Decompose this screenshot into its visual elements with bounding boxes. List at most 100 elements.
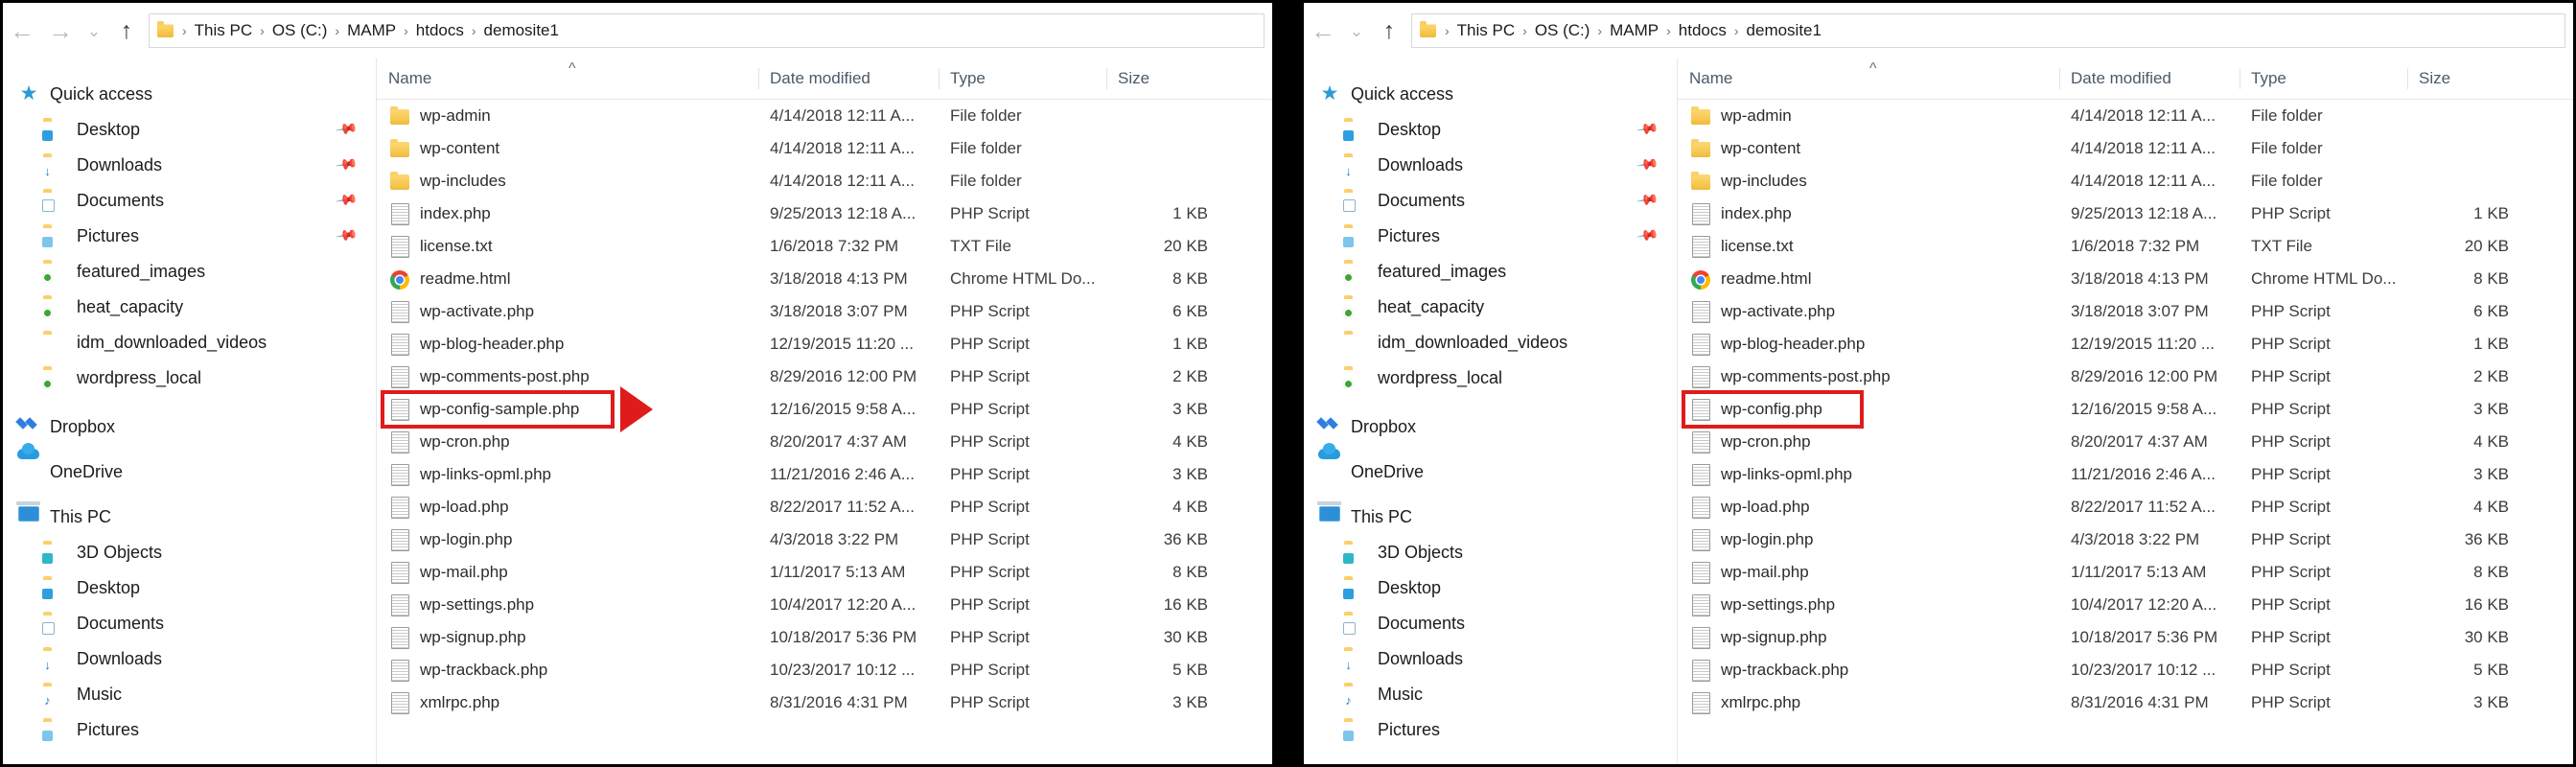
nav-item-idm-downloaded-videos[interactable]: idm_downloaded_videos xyxy=(1304,324,1678,360)
column-header-type[interactable]: Type xyxy=(2239,66,2407,91)
table-row[interactable]: readme.html 3/18/2018 4:13 PM Chrome HTML … xyxy=(1678,263,2573,295)
table-row[interactable]: index.php 9/25/2013 12:18 A... PHP Script 1… xyxy=(1678,198,2573,230)
table-row[interactable]: wp-admin 4/14/2018 12:11 A... File folder xyxy=(377,100,1272,132)
nav-item-dropbox[interactable]: Dropbox xyxy=(1304,408,1678,444)
column-header-size[interactable]: Size xyxy=(1106,66,1221,91)
table-row[interactable]: wp-links-opml.php 11/21/2016 2:46 A... PHP… xyxy=(377,458,1272,491)
up-button[interactable]: ↑ xyxy=(108,12,145,50)
table-row[interactable]: wp-load.php 8/22/2017 11:52 A... PHP Scrip… xyxy=(377,491,1272,523)
column-header-name[interactable]: Name xyxy=(1678,66,2059,91)
nav-item-thispc-downloads[interactable]: ↓ Downloads xyxy=(1304,640,1678,676)
table-row[interactable]: wp-settings.php 10/4/2017 12:20 A... PHP S… xyxy=(377,589,1272,621)
table-row[interactable]: wp-mail.php 1/11/2017 5:13 AM PHP Script 8 … xyxy=(1678,556,2573,589)
pin-icon[interactable]: 📌 xyxy=(335,117,359,141)
table-row[interactable]: wp-comments-post.php 8/29/2016 12:00 PM PH… xyxy=(377,360,1272,393)
pin-icon[interactable]: 📌 xyxy=(1636,152,1659,176)
nav-item-wordpress-local[interactable]: wordpress_local xyxy=(1304,360,1678,395)
nav-item-thispc-documents[interactable]: Documents xyxy=(1304,605,1678,640)
nav-item-thispc-music[interactable]: ♪ Music xyxy=(1304,676,1678,711)
breadcrumb-item[interactable]: demosite1 xyxy=(481,21,562,40)
table-row[interactable]: wp-cron.php 8/20/2017 4:37 AM PHP Script 4 … xyxy=(377,426,1272,458)
nav-item-downloads[interactable]: ↓ Downloads 📌 xyxy=(3,147,377,182)
pin-icon[interactable]: 📌 xyxy=(1636,223,1659,247)
breadcrumb-item[interactable]: This PC xyxy=(1454,21,1518,40)
navigation-pane-left[interactable]: ★ Quick access Desktop 📌 ↓ Downloads 📌 Document… xyxy=(3,58,377,764)
nav-item-thispc-pictures[interactable]: Pictures xyxy=(3,711,377,747)
table-row[interactable]: wp-activate.php 3/18/2018 3:07 PM PHP Scri… xyxy=(1678,295,2573,328)
table-row[interactable]: wp-signup.php 10/18/2017 5:36 PM PHP Scrip… xyxy=(377,621,1272,654)
table-row[interactable]: wp-content 4/14/2018 12:11 A... File folde… xyxy=(377,132,1272,165)
nav-item-featured-images[interactable]: featured_images xyxy=(1304,253,1678,289)
back-button[interactable]: ← xyxy=(3,12,41,50)
pin-icon[interactable]: 📌 xyxy=(335,188,359,212)
nav-item-documents[interactable]: Documents 📌 xyxy=(3,182,377,218)
nav-item-thispc-documents[interactable]: Documents xyxy=(3,605,377,640)
nav-item-pictures[interactable]: Pictures 📌 xyxy=(3,218,377,253)
recent-locations-button[interactable]: ⌄ xyxy=(80,12,108,50)
pin-icon[interactable]: 📌 xyxy=(335,223,359,247)
breadcrumb-item[interactable]: OS (C:) xyxy=(269,21,331,40)
nav-item-this-pc[interactable]: This PC xyxy=(1304,499,1678,534)
table-row[interactable]: wp-content 4/14/2018 12:11 A... File folde… xyxy=(1678,132,2573,165)
table-row[interactable]: wp-admin 4/14/2018 12:11 A... File folder xyxy=(1678,100,2573,132)
nav-item-featured-images[interactable]: featured_images xyxy=(3,253,377,289)
nav-item-heat-capacity[interactable]: heat_capacity xyxy=(3,289,377,324)
breadcrumb-item[interactable]: htdocs xyxy=(1676,21,1729,40)
nav-item-desktop[interactable]: Desktop 📌 xyxy=(1304,111,1678,147)
nav-item-thispc-music[interactable]: ♪ Music xyxy=(3,676,377,711)
pin-icon[interactable]: 📌 xyxy=(335,152,359,176)
table-row[interactable]: wp-settings.php 10/4/2017 12:20 A... PHP S… xyxy=(1678,589,2573,621)
navigation-pane-right[interactable]: ★ Quick access Desktop 📌 ↓ Downloads 📌 Document… xyxy=(1304,58,1678,764)
nav-item-thispc-3d-objects[interactable]: 3D Objects xyxy=(3,534,377,569)
breadcrumb-item[interactable]: MAMP xyxy=(344,21,399,40)
breadcrumb-item[interactable]: This PC xyxy=(192,21,255,40)
table-row[interactable]: wp-config.php 12/16/2015 9:58 A... PHP Scr… xyxy=(1678,393,2573,426)
nav-item-onedrive[interactable]: OneDrive xyxy=(3,453,377,489)
table-row[interactable]: wp-trackback.php 10/23/2017 10:12 ... PHP … xyxy=(377,654,1272,686)
nav-item-thispc-pictures[interactable]: Pictures xyxy=(1304,711,1678,747)
table-row[interactable]: wp-mail.php 1/11/2017 5:13 AM PHP Script 8 … xyxy=(377,556,1272,589)
table-row[interactable]: wp-includes 4/14/2018 12:11 A... File fold… xyxy=(377,165,1272,198)
table-row[interactable]: readme.html 3/18/2018 4:13 PM Chrome HTML … xyxy=(377,263,1272,295)
nav-item-downloads[interactable]: ↓ Downloads 📌 xyxy=(1304,147,1678,182)
breadcrumb-item[interactable]: OS (C:) xyxy=(1532,21,1593,40)
table-row[interactable]: wp-login.php 4/3/2018 3:22 PM PHP Script 36… xyxy=(377,523,1272,556)
breadcrumb-item[interactable]: htdocs xyxy=(413,21,467,40)
nav-item-quick-access[interactable]: ★ Quick access xyxy=(3,76,377,111)
nav-item-thispc-desktop[interactable]: Desktop xyxy=(3,569,377,605)
nav-item-thispc-desktop[interactable]: Desktop xyxy=(1304,569,1678,605)
recent-locations-button[interactable]: ⌄ xyxy=(1342,12,1371,50)
breadcrumb-bar[interactable]: › This PC › OS (C:) › MAMP › htdocs › de… xyxy=(149,13,1265,48)
table-row[interactable]: wp-load.php 8/22/2017 11:52 A... PHP Scrip… xyxy=(1678,491,2573,523)
table-row[interactable]: wp-config-sample.php 12/16/2015 9:58 A...… xyxy=(377,393,1272,426)
breadcrumb-bar[interactable]: › This PC › OS (C:) › MAMP › htdocs › de… xyxy=(1411,13,2565,48)
up-button[interactable]: ↑ xyxy=(1371,12,1407,50)
forward-button[interactable]: → xyxy=(41,12,80,50)
nav-item-heat-capacity[interactable]: heat_capacity xyxy=(1304,289,1678,324)
nav-item-quick-access[interactable]: ★ Quick access xyxy=(1304,76,1678,111)
table-row[interactable]: wp-cron.php 8/20/2017 4:37 AM PHP Script 4 … xyxy=(1678,426,2573,458)
pin-icon[interactable]: 📌 xyxy=(1636,188,1659,212)
column-header-date-modified[interactable]: Date modified xyxy=(758,66,939,91)
column-header-type[interactable]: Type xyxy=(939,66,1106,91)
nav-item-thispc-3d-objects[interactable]: 3D Objects xyxy=(1304,534,1678,569)
nav-item-idm-downloaded-videos[interactable]: idm_downloaded_videos xyxy=(3,324,377,360)
table-row[interactable]: index.php 9/25/2013 12:18 A... PHP Script 1… xyxy=(377,198,1272,230)
column-header-size[interactable]: Size xyxy=(2407,66,2522,91)
table-row[interactable]: wp-blog-header.php 12/19/2015 11:20 ... PH… xyxy=(1678,328,2573,360)
nav-item-documents[interactable]: Documents 📌 xyxy=(1304,182,1678,218)
nav-item-wordpress-local[interactable]: wordpress_local xyxy=(3,360,377,395)
nav-item-dropbox[interactable]: Dropbox xyxy=(3,408,377,444)
table-row[interactable]: wp-links-opml.php 11/21/2016 2:46 A... PHP… xyxy=(1678,458,2573,491)
table-row[interactable]: wp-signup.php 10/18/2017 5:36 PM PHP Scrip… xyxy=(1678,621,2573,654)
table-row[interactable]: license.txt 1/6/2018 7:32 PM TXT File 20 KB xyxy=(1678,230,2573,263)
table-row[interactable]: wp-login.php 4/3/2018 3:22 PM PHP Script 36… xyxy=(1678,523,2573,556)
nav-item-pictures[interactable]: Pictures 📌 xyxy=(1304,218,1678,253)
nav-item-onedrive[interactable]: OneDrive xyxy=(1304,453,1678,489)
nav-item-this-pc[interactable]: This PC xyxy=(3,499,377,534)
pin-icon[interactable]: 📌 xyxy=(1636,117,1659,141)
table-row[interactable]: license.txt 1/6/2018 7:32 PM TXT File 20 KB xyxy=(377,230,1272,263)
table-row[interactable]: xmlrpc.php 8/31/2016 4:31 PM PHP Script 3 K… xyxy=(377,686,1272,719)
table-row[interactable]: xmlrpc.php 8/31/2016 4:31 PM PHP Script 3 K… xyxy=(1678,686,2573,719)
table-row[interactable]: wp-activate.php 3/18/2018 3:07 PM PHP Scri… xyxy=(377,295,1272,328)
